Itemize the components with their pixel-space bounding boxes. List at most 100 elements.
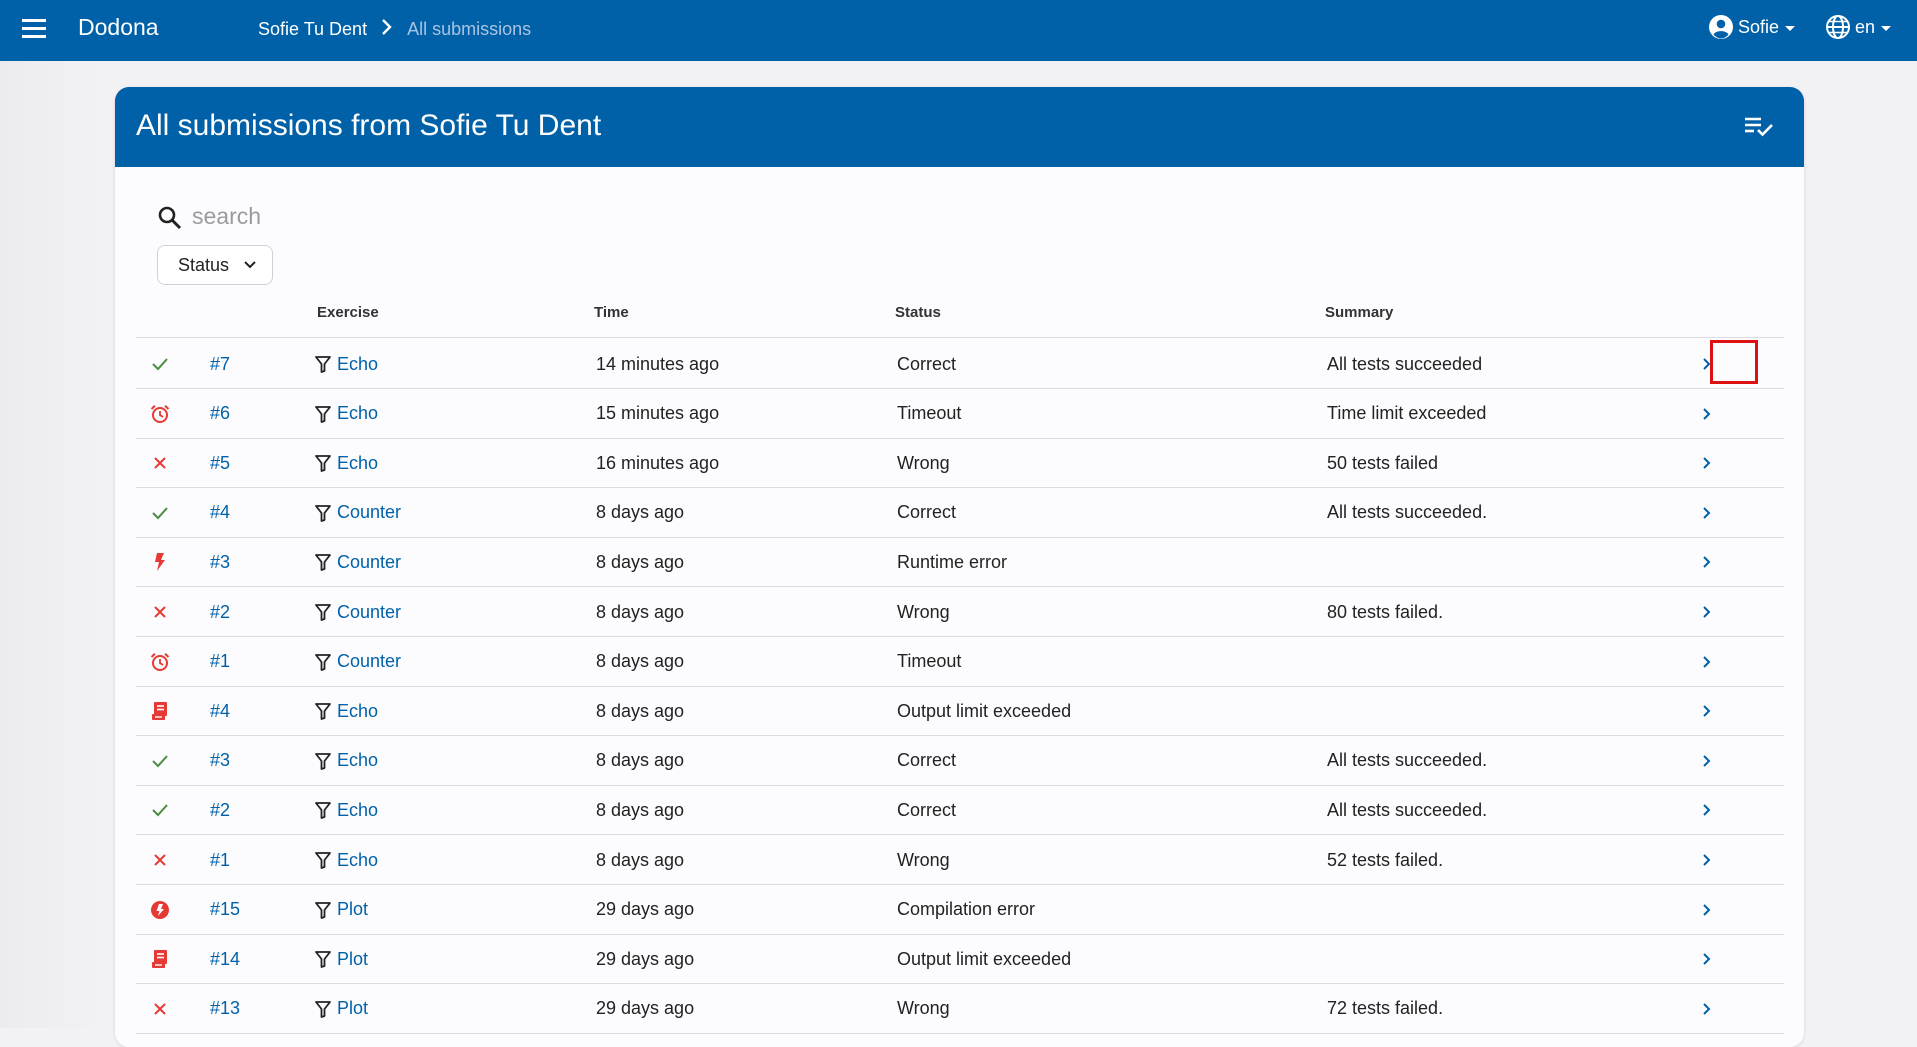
status-filter-dropdown[interactable]: Status xyxy=(157,245,273,285)
exercise-cell: Counter xyxy=(315,637,401,687)
chevron-right-icon[interactable] xyxy=(1692,438,1722,488)
submission-link[interactable]: #1 xyxy=(210,637,230,687)
chevron-down-icon xyxy=(244,261,256,269)
submission-summary: All tests succeeded xyxy=(1327,353,1483,374)
submission-status: Runtime error xyxy=(897,551,1008,572)
alarm-icon xyxy=(148,637,172,687)
exercise-link[interactable]: Counter xyxy=(337,502,401,523)
exercise-link[interactable]: Plot xyxy=(337,899,368,920)
table-row: #4 Counter 8 days ago Correct All tests succ… xyxy=(136,488,1784,538)
exercise-link[interactable]: Echo xyxy=(337,453,378,474)
exercise-link[interactable]: Counter xyxy=(337,602,401,623)
exercise-link[interactable]: Echo xyxy=(337,750,378,771)
chevron-right-icon[interactable] xyxy=(1692,785,1722,835)
filter-icon[interactable] xyxy=(315,553,331,572)
submission-link[interactable]: #2 xyxy=(210,785,230,835)
submission-summary: 80 tests failed. xyxy=(1327,601,1444,622)
chevron-right-icon[interactable] xyxy=(1692,686,1722,736)
submission-summary: All tests succeeded. xyxy=(1327,750,1488,771)
filter-icon[interactable] xyxy=(315,702,331,721)
exercise-cell: Counter xyxy=(315,537,401,587)
playlist-check-icon[interactable] xyxy=(1743,113,1775,141)
submission-link[interactable]: #3 xyxy=(210,736,230,786)
submission-link[interactable]: #6 xyxy=(210,389,230,439)
check-icon xyxy=(148,785,172,835)
chevron-right-icon[interactable] xyxy=(1692,736,1722,786)
submission-link[interactable]: #4 xyxy=(210,686,230,736)
filter-icon[interactable] xyxy=(315,653,331,671)
submission-link[interactable]: #4 xyxy=(210,488,230,538)
user-menu[interactable]: Sofie xyxy=(1708,14,1796,40)
exercise-link[interactable]: Counter xyxy=(337,651,401,672)
submission-time: 8 days ago xyxy=(596,601,685,622)
submission-status: Wrong xyxy=(897,452,950,473)
exercise-link[interactable]: Echo xyxy=(337,354,378,375)
submission-time: 8 days ago xyxy=(596,651,685,672)
exercise-cell: Plot xyxy=(315,984,368,1034)
filter-icon[interactable] xyxy=(315,454,331,473)
exercise-cell: Counter xyxy=(315,587,401,637)
submission-link[interactable]: #2 xyxy=(210,587,230,637)
filter-icon[interactable] xyxy=(315,355,331,373)
exercise-link[interactable]: Plot xyxy=(337,998,368,1019)
filter-icon[interactable] xyxy=(315,950,331,969)
close-icon xyxy=(148,438,172,488)
exercise-link[interactable]: Echo xyxy=(337,800,378,821)
chevron-right-icon[interactable] xyxy=(1692,934,1722,984)
chevron-right-icon[interactable] xyxy=(1692,885,1722,935)
check-icon xyxy=(148,736,172,786)
submission-link[interactable]: #1 xyxy=(210,835,230,885)
table-row: #6 Echo 15 minutes ago Timeout Time limit ex… xyxy=(136,389,1784,439)
filter-icon[interactable] xyxy=(315,752,331,770)
submission-link[interactable]: #13 xyxy=(210,984,240,1034)
exercise-link[interactable]: Plot xyxy=(337,949,368,970)
submission-status: Wrong xyxy=(897,601,950,622)
submission-status: Correct xyxy=(897,799,957,820)
brand-logo[interactable]: Dodona xyxy=(78,14,159,41)
check-icon xyxy=(148,339,172,389)
exercise-link[interactable]: Echo xyxy=(337,701,378,722)
close-icon xyxy=(148,984,172,1034)
language-menu[interactable]: en xyxy=(1825,14,1892,40)
submission-link[interactable]: #7 xyxy=(210,339,230,389)
exercise-link[interactable]: Echo xyxy=(337,403,378,424)
filter-icon[interactable] xyxy=(315,603,331,621)
submission-time: 15 minutes ago xyxy=(596,403,720,424)
column-header-exercise: Exercise xyxy=(317,304,379,321)
exercise-link[interactable]: Counter xyxy=(337,552,401,573)
chevron-right-icon[interactable] xyxy=(1692,488,1722,538)
submission-status: Wrong xyxy=(897,998,950,1019)
chevron-right-icon[interactable] xyxy=(1692,984,1722,1034)
close-icon xyxy=(148,835,172,885)
chevron-right-icon[interactable] xyxy=(1692,537,1722,587)
search-bar xyxy=(157,197,557,237)
submission-link[interactable]: #14 xyxy=(210,934,240,984)
filter-icon[interactable] xyxy=(315,851,331,869)
submission-summary: All tests succeeded. xyxy=(1327,502,1488,523)
chevron-right-icon[interactable] xyxy=(1692,389,1722,439)
filter-icon[interactable] xyxy=(315,801,331,820)
submission-link[interactable]: #3 xyxy=(210,537,230,587)
submission-time: 8 days ago xyxy=(596,799,685,820)
exercise-cell: Plot xyxy=(315,934,368,984)
filter-icon[interactable] xyxy=(315,1000,331,1018)
breadcrumb-user-link[interactable]: Sofie Tu Dent xyxy=(258,19,367,40)
chevron-right-icon[interactable] xyxy=(1692,587,1722,637)
flash-icon xyxy=(148,537,172,587)
filter-icon[interactable] xyxy=(315,405,331,423)
menu-icon[interactable] xyxy=(22,19,46,39)
chevron-right-icon[interactable] xyxy=(1692,637,1722,687)
chevron-right-icon[interactable] xyxy=(1692,835,1722,885)
filter-icon[interactable] xyxy=(315,504,331,522)
exercise-link[interactable]: Echo xyxy=(337,850,378,871)
submission-link[interactable]: #15 xyxy=(210,885,240,935)
caret-down-icon xyxy=(1785,25,1796,31)
caret-down-icon xyxy=(1881,25,1892,31)
search-input[interactable] xyxy=(190,197,554,235)
column-header-status: Status xyxy=(895,304,941,321)
submission-status: Correct xyxy=(897,353,957,374)
submission-link[interactable]: #5 xyxy=(210,438,230,488)
table-row: #1 Counter 8 days ago Timeout xyxy=(136,637,1784,687)
submission-status: Wrong xyxy=(897,849,950,870)
filter-icon[interactable] xyxy=(315,901,331,919)
